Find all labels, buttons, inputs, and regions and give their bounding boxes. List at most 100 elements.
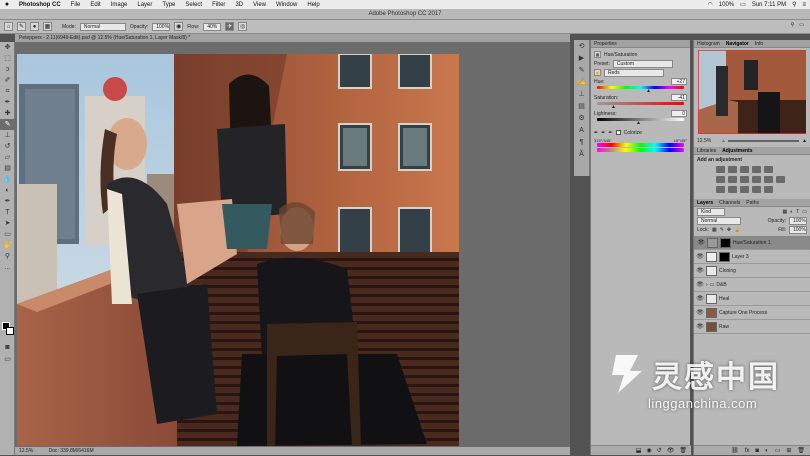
view-previous-icon[interactable]: ◉ — [646, 446, 651, 455]
screen-mode-icon[interactable]: ▭ — [0, 354, 15, 365]
tab-histogram[interactable]: Histogram — [697, 40, 720, 47]
clone-source-icon[interactable]: ⊥ — [576, 90, 588, 100]
hue-sat-adj-icon[interactable] — [716, 176, 725, 183]
quick-mask-icon[interactable]: ◙ — [0, 342, 15, 353]
healing-tool-icon[interactable]: ✚ — [0, 108, 15, 119]
new-layer-icon[interactable]: ⊞ — [786, 446, 791, 455]
curves-icon[interactable] — [740, 166, 749, 173]
move-tool-icon[interactable]: ✥ — [0, 42, 15, 53]
zoom-tool-icon[interactable]: ⚲ — [0, 251, 15, 262]
type-tool-icon[interactable]: T — [0, 207, 15, 218]
filter-adjust-icon[interactable]: ◐ — [790, 209, 793, 215]
properties-tab[interactable]: Properties — [591, 40, 690, 48]
lasso-tool-icon[interactable]: ↄ — [0, 64, 15, 75]
invert-icon[interactable] — [716, 186, 725, 193]
layer-name[interactable]: Raw — [719, 324, 729, 330]
black-white-icon[interactable] — [740, 176, 749, 183]
search-icon[interactable]: ⚲ — [791, 22, 795, 28]
home-icon[interactable]: ⌂ — [4, 22, 13, 31]
new-adjustment-icon[interactable]: ◐ — [765, 446, 769, 455]
color-lookup-icon[interactable] — [776, 176, 785, 183]
channel-mixer-icon[interactable] — [764, 176, 773, 183]
lightness-slider-thumb[interactable]: ▲ — [636, 121, 690, 126]
marquee-tool-icon[interactable]: ⬚ — [0, 53, 15, 64]
gradient-map-icon[interactable] — [752, 186, 761, 193]
airbrush-icon[interactable]: ✈ — [225, 22, 235, 31]
glyphs-icon[interactable]: Ã — [576, 150, 588, 160]
clip-to-layer-icon[interactable]: ⬓ — [636, 446, 642, 455]
filter-pixel-icon[interactable]: ▦ — [782, 209, 787, 215]
menu-select[interactable]: Select — [180, 2, 207, 8]
quick-select-tool-icon[interactable]: ✐ — [0, 75, 15, 86]
exposure-icon[interactable] — [752, 166, 761, 173]
eyedropper-tool-icon[interactable]: ✒ — [0, 97, 15, 108]
tab-adjustments[interactable]: Adjustments — [722, 147, 752, 154]
range-bar-top[interactable] — [597, 143, 684, 147]
color-balance-icon[interactable] — [728, 176, 737, 183]
tab-layers[interactable]: Layers — [697, 199, 713, 206]
brush-preset-icon[interactable]: ✎ — [17, 22, 26, 31]
vibrance-icon[interactable] — [764, 166, 773, 173]
brush-settings-icon[interactable]: ✎ — [576, 66, 588, 76]
lock-pixels-icon[interactable]: ▦ — [712, 227, 717, 233]
size-pressure-icon[interactable]: ◎ — [238, 22, 248, 31]
brush-tool-icon[interactable]: ✎ — [0, 119, 15, 130]
apple-icon[interactable]: ● — [0, 1, 14, 8]
opacity-pressure-icon[interactable]: ◉ — [174, 22, 184, 31]
lock-all-icon[interactable]: 🔒 — [734, 227, 740, 233]
delete-layer-icon[interactable]: 🗑 — [797, 446, 805, 455]
tab-channels[interactable]: Channels — [719, 199, 740, 206]
menu-3d[interactable]: 3D — [230, 2, 248, 8]
fx-icon[interactable]: fx — [745, 446, 750, 455]
delete-adjustment-icon[interactable]: 🗑 — [679, 446, 687, 455]
menu-edit[interactable]: Edit — [85, 2, 105, 8]
status-zoom[interactable]: 12.5% — [19, 448, 33, 454]
levels-icon[interactable] — [728, 166, 737, 173]
lock-move-icon[interactable]: ✥ — [727, 227, 731, 233]
brush-panel-icon[interactable]: ▦ — [43, 22, 52, 31]
filter-shape-icon[interactable]: ▭ — [802, 209, 807, 215]
eyedropper-minus-icon[interactable]: ✒ — [608, 130, 612, 136]
brightness-contrast-icon[interactable] — [716, 166, 725, 173]
brush-size-icon[interactable]: ● — [30, 22, 39, 31]
targeted-adjust-icon[interactable]: ☝ — [594, 69, 601, 76]
menu-image[interactable]: Image — [106, 2, 133, 8]
layer-name[interactable]: Hue/Saturation 1 — [733, 240, 771, 247]
layer-opacity-field[interactable]: 100% — [789, 216, 807, 225]
layer-row[interactable]: 👁 Hue/Saturation 1 — [694, 236, 810, 250]
eye-icon[interactable]: 👁 — [696, 267, 704, 274]
hue-value[interactable]: +27 — [671, 78, 687, 85]
tab-libraries[interactable]: Libraries — [697, 147, 716, 154]
visibility-icon[interactable]: 👁 — [667, 446, 675, 455]
layer-row[interactable]: 👁 Cloning — [694, 264, 810, 278]
menu-file[interactable]: File — [66, 2, 86, 8]
actions-icon[interactable]: ▶ — [576, 54, 588, 64]
path-select-tool-icon[interactable]: ➤ — [0, 218, 15, 229]
properties-icon[interactable]: ▤ — [576, 102, 588, 112]
background-color[interactable] — [6, 327, 14, 335]
hand-tool-icon[interactable]: ✋ — [0, 240, 15, 251]
tab-navigator[interactable]: Navigator — [726, 40, 749, 47]
posterize-icon[interactable] — [728, 186, 737, 193]
eraser-tool-icon[interactable]: ▱ — [0, 152, 15, 163]
blur-tool-icon[interactable]: 💧 — [0, 174, 15, 185]
link-layers-icon[interactable]: ⛓ — [731, 446, 739, 455]
spotlight-icon[interactable]: ⚲ — [792, 1, 796, 8]
blend-mode-select[interactable]: Normal — [697, 216, 741, 225]
eye-icon[interactable]: 👁 — [696, 309, 704, 316]
selective-color-icon[interactable] — [764, 186, 773, 193]
layer-name[interactable]: Capture One Process — [719, 310, 767, 316]
navigator-zoom[interactable]: 12.5% — [697, 138, 711, 144]
fill-field[interactable]: 100% — [789, 225, 807, 234]
channel-select[interactable]: Reds — [604, 68, 664, 77]
status-doc-size[interactable]: Doc: 339.8M/6416M — [49, 448, 94, 454]
menu-window[interactable]: Window — [271, 2, 302, 8]
clone-stamp-tool-icon[interactable]: ⊥ — [0, 130, 15, 141]
menu-type[interactable]: Type — [157, 2, 180, 8]
zoom-in-icon[interactable]: ▲ — [802, 138, 807, 144]
eye-icon[interactable]: 👁 — [696, 323, 704, 330]
eye-icon[interactable]: 👁 — [696, 253, 704, 260]
reset-icon[interactable]: ↺ — [657, 446, 662, 455]
lock-paint-icon[interactable]: ✎ — [720, 227, 724, 233]
pen-tool-icon[interactable]: ✒ — [0, 196, 15, 207]
